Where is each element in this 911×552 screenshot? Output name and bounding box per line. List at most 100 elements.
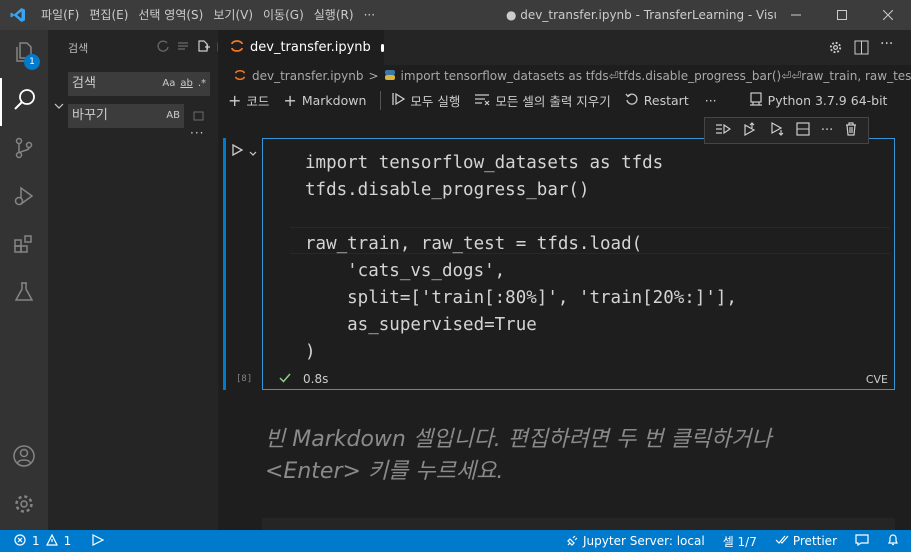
success-check-icon — [279, 372, 291, 387]
replace-input[interactable]: 바꾸기 AB — [68, 104, 184, 128]
breadcrumb-symbol[interactable]: import tensorflow_datasets as tfds⏎tfds.… — [401, 69, 911, 83]
search-input[interactable]: 검색 Aa ab .* — [68, 72, 210, 96]
menu-view[interactable]: 보기(V) — [208, 0, 258, 30]
menu-run[interactable]: 실행(R) — [309, 0, 359, 30]
menu-file[interactable]: 파일(F) — [36, 0, 84, 30]
prettier-status[interactable]: Prettier — [775, 534, 837, 549]
split-cell-icon[interactable] — [796, 121, 810, 140]
breadcrumb-separator: > — [368, 69, 379, 83]
warning-icon — [45, 533, 58, 549]
run-debug-button[interactable] — [0, 174, 48, 222]
live-share-icon[interactable] — [91, 533, 105, 549]
empty-markdown-cell[interactable]: 빈 Markdown 셀입니다. 편집하려면 두 번 클릭하거나 <Enter>… — [265, 424, 865, 488]
run-options-chevron-icon[interactable] — [248, 144, 258, 163]
add-markdown-label: Markdown — [301, 92, 367, 108]
error-icon — [14, 533, 26, 549]
menu-go[interactable]: 이동(G) — [258, 0, 309, 30]
toolbar-more-icon[interactable]: ··· — [705, 93, 717, 108]
add-code-label: 코드 — [246, 93, 270, 109]
run-all-icon — [391, 92, 406, 109]
more-actions-icon[interactable]: ··· — [880, 36, 893, 52]
search-view-button[interactable] — [0, 78, 48, 126]
preserve-case-toggle[interactable]: AB — [166, 104, 180, 128]
explorer-badge: 1 — [24, 54, 40, 70]
plug-icon — [567, 534, 579, 549]
menu-edit[interactable]: 편집(E) — [84, 0, 133, 30]
accounts-button[interactable] — [0, 434, 48, 482]
replace-all-icon[interactable] — [192, 108, 206, 127]
search-options: Aa ab .* — [162, 72, 206, 96]
match-case-toggle[interactable]: Aa — [162, 72, 175, 96]
extensions-icon — [12, 232, 36, 260]
cell-position[interactable]: 셀 1/7 — [723, 533, 757, 550]
split-editor-icon[interactable] — [854, 40, 869, 59]
run-cell-button[interactable] — [230, 142, 244, 161]
clear-all-outputs-button[interactable]: 모든 셀의 출력 지우기 — [474, 91, 611, 110]
kernel-icon — [749, 91, 763, 109]
refresh-icon[interactable] — [156, 38, 170, 57]
run-all-button[interactable]: 모두 실행 — [380, 90, 461, 110]
cell-language[interactable]: CVE — [866, 373, 888, 386]
explorer-button[interactable]: 1 — [0, 30, 48, 78]
plus-icon: + — [228, 90, 242, 110]
add-markdown-cell-button[interactable]: + Markdown — [283, 91, 366, 110]
prettier-label: Prettier — [792, 534, 837, 548]
execution-count: [8] — [236, 374, 253, 384]
search-input-text: 검색 — [72, 76, 96, 91]
clear-outputs-icon — [474, 92, 490, 109]
gear-icon — [12, 492, 36, 520]
add-code-cell-button[interactable]: + 코드 — [228, 91, 269, 110]
code-editor[interactable]: import tensorflow_datasets as tfds tfds.d… — [305, 150, 737, 366]
problems-indicator[interactable]: 1 1 — [14, 530, 105, 552]
vscode-window: 파일(F) 편집(E) 선택 영역(S) 보기(V) 이동(G) 실행(R) ·… — [0, 0, 911, 552]
notifications-bell-icon[interactable] — [887, 533, 899, 549]
python-icon — [384, 69, 396, 84]
code-line: import tensorflow_datasets as tfds — [305, 153, 664, 173]
feedback-icon[interactable] — [855, 533, 869, 549]
kernel-picker[interactable]: Python 3.7.9 64-bit — [749, 91, 888, 109]
restart-icon — [625, 92, 639, 109]
extensions-button[interactable] — [0, 222, 48, 270]
restart-button[interactable]: Restart — [625, 92, 689, 109]
settings-gear-icon[interactable] — [828, 40, 843, 59]
match-whole-word-toggle[interactable]: ab — [180, 72, 192, 96]
account-icon — [12, 444, 36, 472]
delete-cell-icon[interactable] — [844, 121, 858, 140]
status-right: Jupyter Server: local 셀 1/7 Prettier — [567, 530, 899, 552]
code-line: ) — [305, 342, 316, 362]
replace-input-text: 바꾸기 — [72, 108, 108, 123]
execute-above-icon[interactable] — [742, 121, 758, 140]
search-details-toggle[interactable]: ··· — [190, 126, 204, 140]
clear-results-icon[interactable] — [176, 38, 190, 57]
code-line: raw_train, raw_test = tfds.load( — [305, 234, 643, 254]
window-title: ● dev_transfer.ipynb - TransferLearning … — [506, 8, 776, 22]
double-check-icon — [775, 534, 789, 549]
menu-selection[interactable]: 선택 영역(S) — [133, 0, 208, 30]
search-icon — [12, 87, 38, 117]
warning-count: 1 — [63, 534, 72, 548]
kernel-label: Python 3.7.9 64-bit — [767, 92, 888, 108]
testing-button[interactable] — [0, 270, 48, 318]
execute-below-icon[interactable] — [769, 121, 785, 140]
menu-more[interactable]: ··· — [359, 0, 380, 30]
toggle-replace-icon[interactable] — [54, 96, 64, 115]
maximize-button[interactable] — [819, 0, 865, 30]
cell-more-icon[interactable]: ··· — [821, 123, 833, 138]
tab-dev-transfer[interactable]: dev_transfer.ipynb — [218, 30, 384, 65]
run-all-label: 모두 실행 — [410, 93, 461, 109]
minimize-button[interactable] — [773, 0, 819, 30]
tab-label: dev_transfer.ipynb — [250, 40, 371, 55]
flask-icon — [12, 280, 36, 308]
manage-button[interactable] — [0, 482, 48, 530]
use-regex-toggle[interactable]: .* — [198, 72, 206, 96]
unsaved-dot-icon[interactable] — [380, 43, 384, 52]
vscode-logo-icon — [0, 0, 36, 30]
next-cell[interactable] — [262, 518, 895, 530]
new-search-editor-icon[interactable] — [196, 38, 210, 57]
source-control-button[interactable] — [0, 126, 48, 174]
jupyter-server-status[interactable]: Jupyter Server: local — [567, 534, 705, 549]
close-button[interactable] — [865, 0, 911, 30]
run-by-line-icon[interactable] — [715, 121, 731, 140]
code-line: 'cats_vs_dogs', — [305, 261, 506, 281]
breadcrumb-file[interactable]: dev_transfer.ipynb — [252, 69, 363, 83]
